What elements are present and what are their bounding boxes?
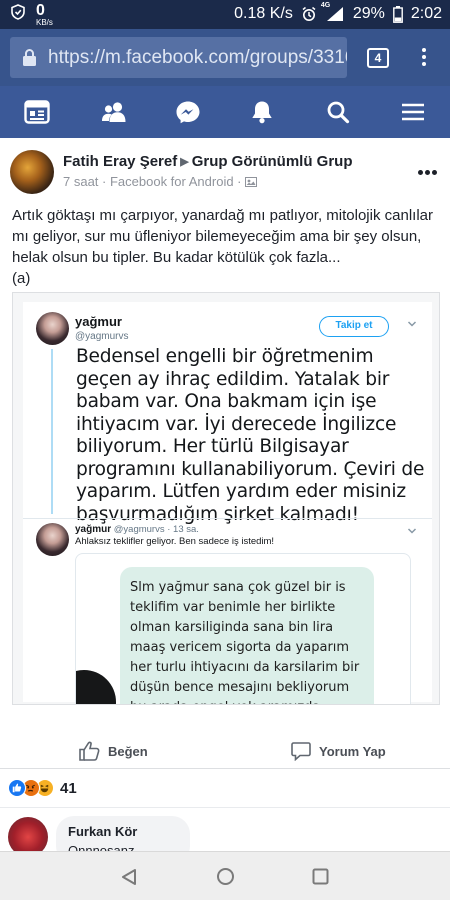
reactions-summary[interactable]: 41	[8, 779, 77, 797]
address-bar[interactable]: https://m.facebook.com/groups/3316	[10, 37, 347, 78]
thumbs-up-icon	[79, 741, 100, 761]
notifications-icon[interactable]	[249, 100, 275, 124]
signal-indicator: 4G	[321, 2, 345, 22]
author-avatar[interactable]	[10, 150, 54, 194]
post-text: Artık göktaşı mı çarpıyor, yanardağ mı p…	[12, 205, 442, 289]
battery-icon	[392, 5, 403, 23]
recents-icon[interactable]	[312, 868, 329, 885]
news-feed-icon[interactable]	[24, 100, 50, 124]
post-options-icon[interactable]	[418, 162, 440, 175]
browser-toolbar: https://m.facebook.com/groups/3316 4	[0, 29, 450, 86]
home-icon[interactable]	[216, 867, 235, 886]
reply-author-name: yağmur	[75, 524, 112, 535]
chevron-down-icon	[407, 528, 417, 534]
network-speed-small: 0 KB/s	[36, 2, 53, 28]
dm-message-bubble: Slm yağmur sana çok güzel bir is teklifi…	[120, 567, 374, 704]
tweet-author-handle: @yagmurvs	[75, 331, 129, 342]
comments-divider	[0, 807, 450, 808]
tweet-text: Bedensel engelli bir öğretmenim geçen ay…	[76, 346, 425, 525]
back-icon[interactable]	[120, 868, 138, 886]
tweet-card: yağmur @yagmurvs Takip et Bedensel engel…	[23, 302, 432, 704]
facebook-navbar	[0, 86, 450, 138]
reply-avatar	[36, 523, 69, 556]
clock: 2:02	[410, 5, 442, 22]
network-speed: 0.18 K/s	[234, 5, 293, 22]
dm-screenshot: Slm yağmur sana çok güzel bir is teklifi…	[75, 553, 411, 704]
menu-icon[interactable]	[400, 100, 426, 124]
group-privacy-icon	[245, 177, 258, 187]
dm-sender-avatar	[76, 670, 116, 704]
url-text: https://m.facebook.com/groups/3316	[48, 47, 347, 68]
alarm-icon	[302, 6, 316, 21]
comment-icon	[291, 742, 311, 761]
reaction-count: 41	[60, 779, 77, 797]
reply-header: yağmur @yagmurvs · 13 sa.	[75, 524, 199, 535]
like-label: Beğen	[108, 743, 148, 759]
vpn-icon	[11, 4, 25, 20]
group-name[interactable]: Grup Görünümlü Grup	[192, 153, 353, 170]
author-name[interactable]: Fatih Eray Şeref	[63, 153, 177, 170]
status-bar: 0 KB/s 0.18 K/s 4G 29% 2:02	[0, 0, 450, 29]
like-reaction-icon	[8, 779, 26, 797]
comment-button[interactable]: Yorum Yap	[291, 741, 386, 761]
browser-menu-icon[interactable]	[419, 46, 429, 70]
network-type: 4G	[320, 2, 331, 9]
tab-switcher-button[interactable]: 4	[367, 48, 389, 68]
tweet-avatar	[36, 312, 69, 345]
tweet-divider	[23, 518, 432, 519]
search-icon[interactable]	[325, 100, 351, 124]
actions-divider	[0, 768, 450, 769]
like-button[interactable]: Beğen	[79, 741, 148, 761]
post-body: Artık göktaşı mı çarpıyor, yanardağ mı p…	[12, 207, 433, 266]
tweet-author-name: yağmur	[75, 314, 122, 329]
post-meta: 7 saat · Facebook for Android ·	[63, 174, 258, 189]
android-navigation-bar	[0, 851, 450, 900]
post-time[interactable]: 7 saat	[63, 174, 98, 189]
follow-button: Takip et	[319, 316, 389, 337]
comment-label: Yorum Yap	[319, 743, 386, 759]
post-via: Facebook for Android	[109, 174, 234, 189]
battery-percent: 29%	[352, 5, 385, 22]
thread-line	[51, 349, 53, 514]
post-image[interactable]: yağmur @yagmurvs Takip et Bedensel engel…	[12, 292, 440, 705]
commenter-name[interactable]: Furkan Kör	[68, 824, 137, 839]
post-header: Fatih Eray Şeref ▶ Grup Görünümlü Grup	[63, 153, 353, 170]
lock-icon	[23, 49, 36, 66]
reply-text: Ahlaksız teklifler geliyor. Ben sadece i…	[75, 536, 275, 547]
friends-icon[interactable]	[101, 100, 127, 124]
messenger-icon[interactable]	[175, 100, 201, 124]
post-actions: Beğen Yorum Yap	[0, 731, 450, 771]
reply-handle: @yagmurvs	[113, 524, 165, 535]
arrow-right-icon: ▶	[180, 156, 189, 168]
post-body-suffix: (a)	[12, 270, 31, 287]
reply-time: 13 sa.	[173, 524, 199, 535]
chevron-down-icon	[407, 321, 417, 327]
